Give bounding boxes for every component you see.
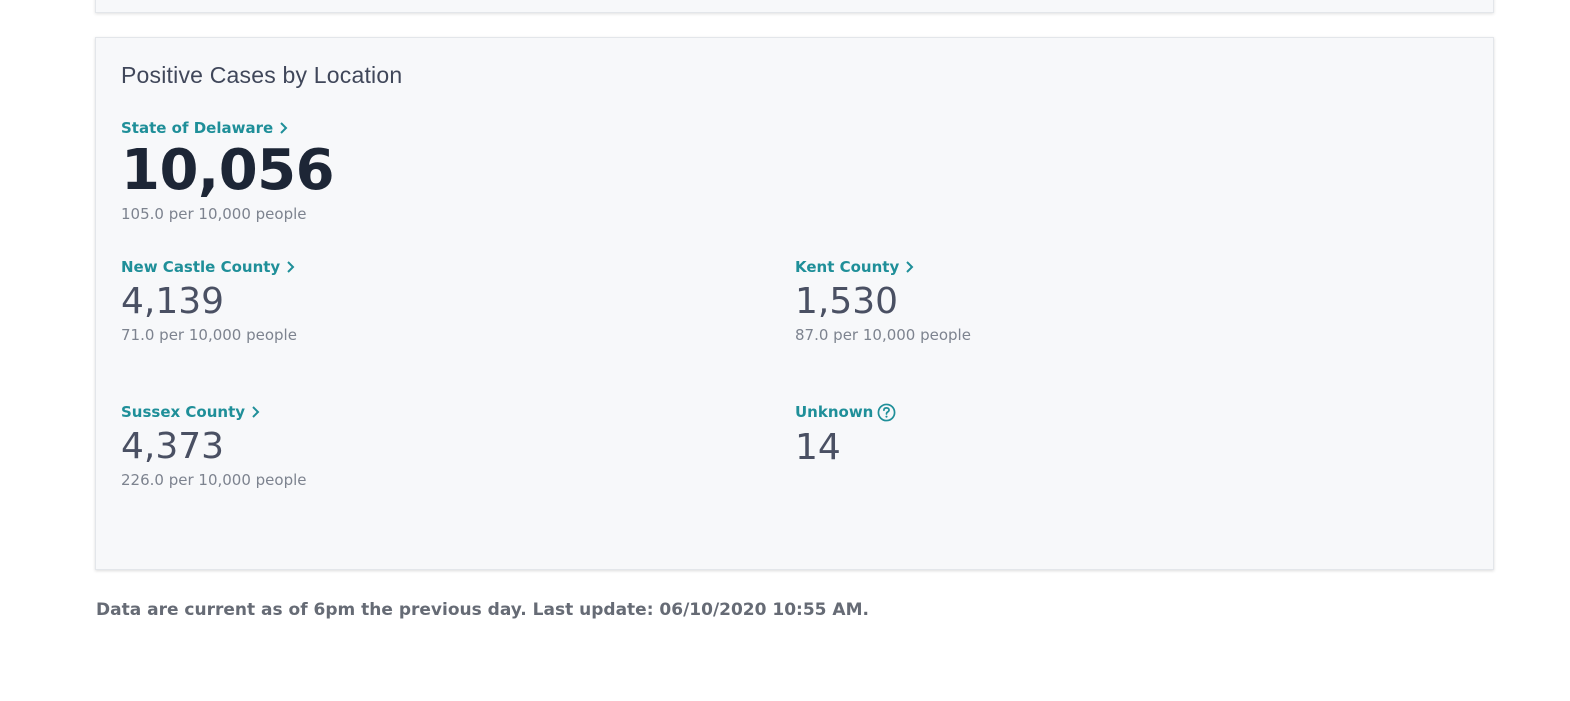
county-block-sussex: Sussex County 4,373 226.0 per 10,000 peo… [121, 402, 307, 489]
card-title: Positive Cases by Location [121, 62, 403, 88]
chevron-right-icon [906, 261, 914, 273]
state-link-label: State of Delaware [121, 119, 274, 137]
county-link-label: Sussex County [121, 403, 246, 421]
county-link-label: New Castle County [121, 258, 281, 276]
county-rate: 226.0 per 10,000 people [121, 471, 307, 489]
county-block-unknown: Unknown 14 [795, 402, 896, 470]
previous-card [95, 0, 1494, 13]
positive-cases-card: Positive Cases by Location State of Dela… [95, 37, 1494, 570]
county-case-count: 4,373 [121, 426, 225, 467]
county-block-kent: Kent County 1,530 87.0 per 10,000 people [795, 257, 971, 344]
county-link-sussex[interactable]: Sussex County [121, 403, 261, 421]
county-rate: 87.0 per 10,000 people [795, 326, 971, 344]
county-case-count: 4,139 [121, 281, 225, 322]
unknown-label: Unknown [795, 403, 874, 421]
county-link-kent[interactable]: Kent County [795, 258, 915, 276]
county-link-label: Kent County [795, 258, 900, 276]
unknown-label-group: Unknown [795, 403, 896, 422]
state-total-block: State of Delaware 10,056 105.0 per 10,00… [121, 118, 335, 223]
data-update-note: Data are current as of 6pm the previous … [96, 600, 869, 620]
county-case-count: 1,530 [795, 281, 899, 322]
question-circle-icon[interactable] [877, 403, 896, 422]
chevron-right-icon [280, 122, 288, 134]
state-link[interactable]: State of Delaware [121, 119, 289, 137]
unknown-case-count: 14 [795, 426, 841, 468]
chevron-right-icon [252, 406, 260, 418]
state-case-count: 10,056 [121, 138, 335, 203]
state-rate: 105.0 per 10,000 people [121, 205, 307, 223]
county-rate: 71.0 per 10,000 people [121, 326, 297, 344]
chevron-right-icon [287, 261, 295, 273]
county-link-new-castle[interactable]: New Castle County [121, 258, 296, 276]
county-block-new-castle: New Castle County 4,139 71.0 per 10,000 … [121, 257, 297, 344]
